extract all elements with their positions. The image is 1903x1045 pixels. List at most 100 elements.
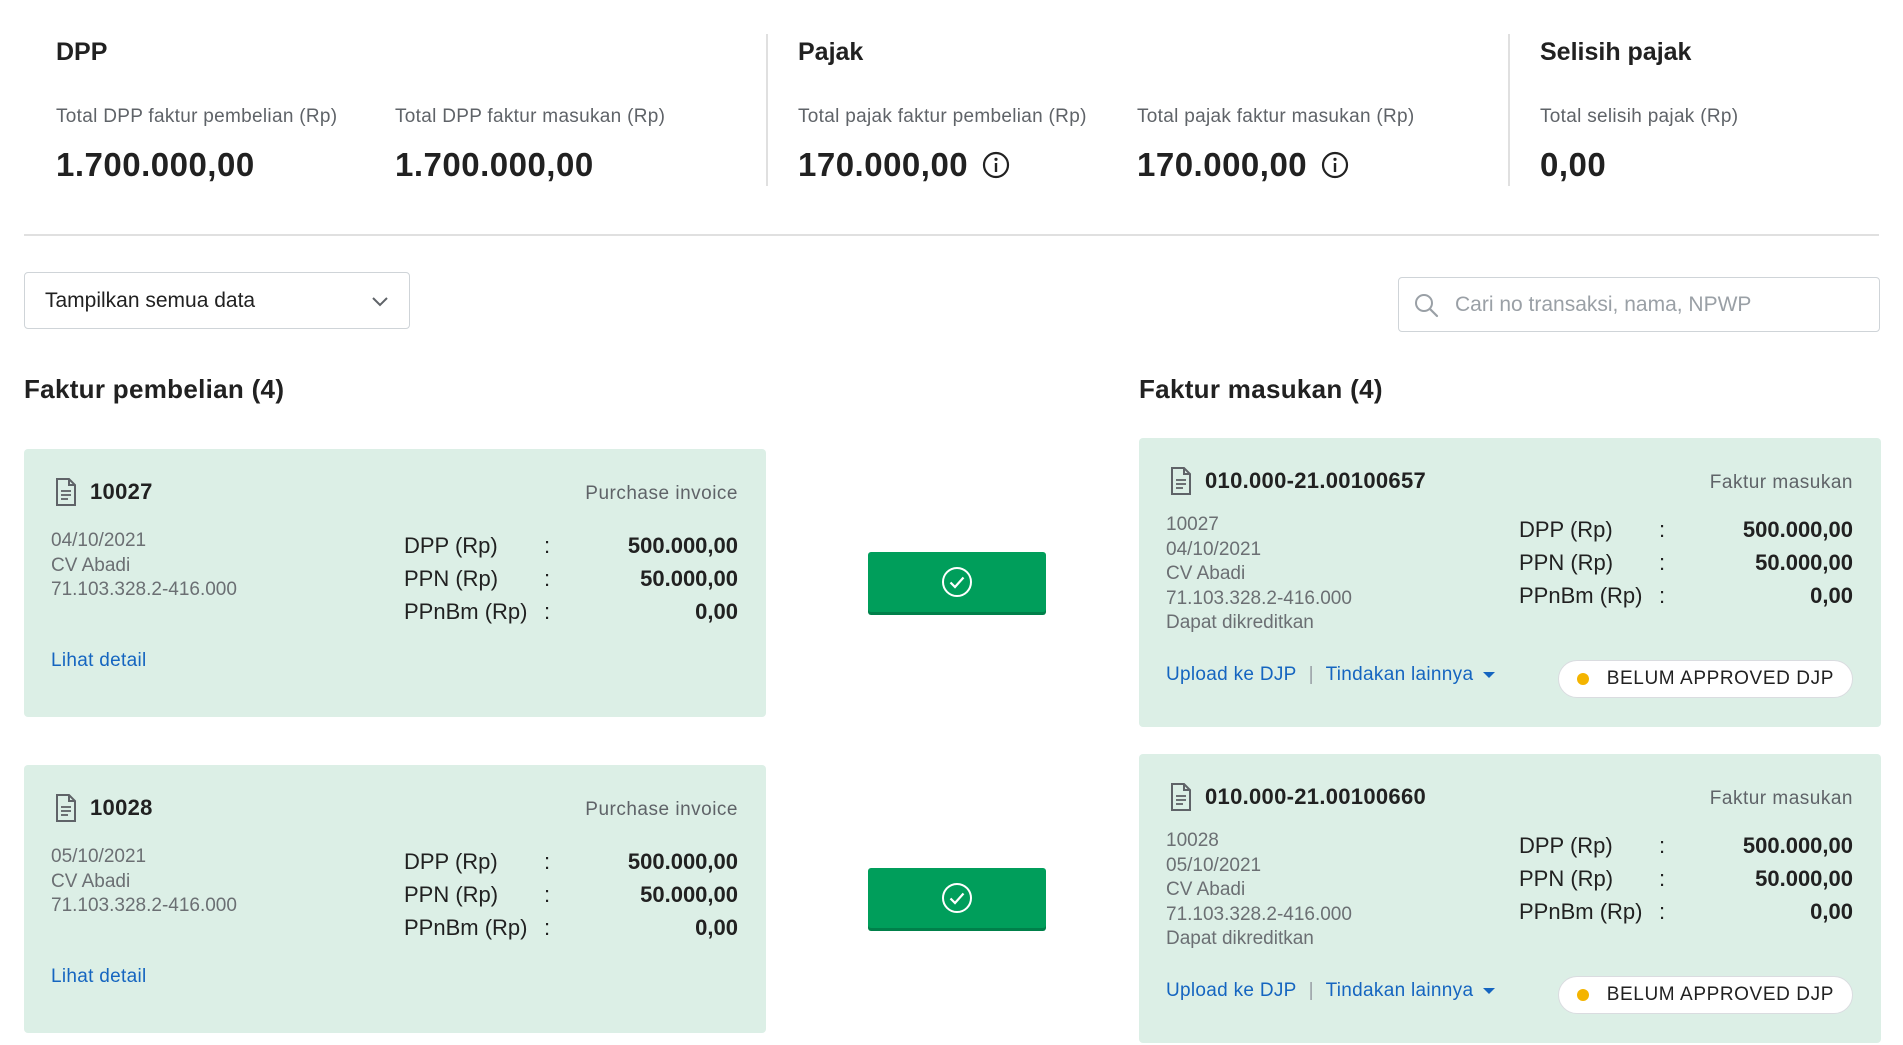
- colon: :: [1659, 549, 1666, 575]
- faktur-masukan-card: 010.000-21.00100657 Faktur masukan 10027…: [1139, 438, 1881, 727]
- ppnbm-value: 0,00: [1810, 898, 1853, 924]
- dpp-value: 500.000,00: [627, 532, 738, 558]
- ppnbm-label: PPnBm (Rp): [1519, 582, 1643, 608]
- ppn-row: PPN (Rp): 50.000,00: [1519, 546, 1853, 579]
- dpp-row: DPP (Rp): 500.000,00: [1519, 829, 1853, 862]
- total-pajak-masukan: Total pajak faktur masukan (Rp) 170.000,…: [1137, 106, 1415, 184]
- status-text: BELUM APPROVED DJP: [1606, 668, 1834, 689]
- vendor-npwp: 71.103.328.2-416.000: [1166, 587, 1352, 609]
- purchase-invoice-card: 10028 Purchase invoice 05/10/2021 CV Aba…: [24, 765, 766, 1033]
- faktur-masukan-title: Faktur masukan (4): [1139, 374, 1383, 404]
- dpp-value: 500.000,00: [1742, 516, 1853, 542]
- info-icon[interactable]: [1321, 151, 1349, 179]
- dpp-label: DPP (Rp): [404, 532, 498, 558]
- faktur-type: Faktur masukan: [1709, 788, 1853, 809]
- document-icon: [54, 477, 78, 507]
- invoice-type: Purchase invoice: [585, 483, 738, 504]
- match-button[interactable]: [868, 552, 1046, 612]
- caret-down-icon: [1483, 987, 1496, 994]
- ppnbm-value: 0,00: [695, 914, 738, 940]
- vendor-npwp: 71.103.328.2-416.000: [1166, 903, 1352, 925]
- search-icon: [1415, 293, 1439, 317]
- action-separator: |: [1308, 980, 1314, 1001]
- amounts: DPP (Rp): 500.000,00 PPN (Rp): 50.000,00 P…: [404, 529, 738, 628]
- tindakan-lainnya-label: Tindakan lainnya: [1325, 664, 1474, 685]
- chevron-down-icon: [372, 296, 388, 306]
- status-dot-icon: [1576, 673, 1589, 685]
- colon: :: [544, 848, 551, 874]
- total-pajak-pembelian-row: 170.000,00: [798, 146, 1087, 184]
- ppn-value: 50.000,00: [640, 565, 738, 591]
- invoice-type: Purchase invoice: [585, 799, 738, 820]
- dpp-row: DPP (Rp): 500.000,00: [1519, 513, 1853, 546]
- selisih-title: Selisih pajak: [1540, 38, 1692, 66]
- tindakan-lainnya-dropdown[interactable]: Tindakan lainnya: [1326, 664, 1496, 686]
- document-icon: [54, 793, 78, 823]
- card-header: 010.000-21.00100660: [1169, 782, 1426, 812]
- ppnbm-row: PPnBm (Rp): 0,00: [1519, 579, 1853, 612]
- amounts: DPP (Rp): 500.000,00 PPN (Rp): 50.000,00 P…: [1519, 513, 1853, 612]
- colon: :: [1659, 865, 1666, 891]
- ppn-label: PPN (Rp): [1519, 549, 1614, 575]
- ppn-value: 50.000,00: [640, 881, 738, 907]
- credit-status: Dapat dikreditkan: [1166, 928, 1314, 949]
- total-selisih-value: 0,00: [1540, 146, 1607, 183]
- total-pajak-masukan-value: 170.000,00: [1137, 146, 1308, 183]
- dpp-label: DPP (Rp): [1519, 516, 1613, 542]
- invoice-number: 10028: [90, 795, 153, 820]
- ppnbm-row: PPnBm (Rp): 0,00: [1519, 895, 1853, 928]
- invoice-meta: 05/10/2021 CV Abadi 71.103.328.2-416.000: [51, 845, 237, 919]
- credit-status: Dapat dikreditkan: [1166, 612, 1314, 633]
- faktur-date: 04/10/2021: [1166, 538, 1262, 560]
- faktur-date: 05/10/2021: [1166, 854, 1262, 876]
- faktur-ref: 10027: [1166, 514, 1219, 535]
- status-text: BELUM APPROVED DJP: [1606, 984, 1834, 1005]
- caret-down-icon: [1483, 671, 1496, 678]
- filter-dropdown[interactable]: Tampilkan semua data: [24, 272, 410, 329]
- action-separator: |: [1308, 664, 1314, 685]
- total-pajak-masukan-label: Total pajak faktur masukan (Rp): [1137, 106, 1415, 127]
- total-pajak-pembelian-label: Total pajak faktur pembelian (Rp): [798, 106, 1087, 127]
- dpp-value: 500.000,00: [1742, 832, 1853, 858]
- info-icon[interactable]: [982, 151, 1010, 179]
- colon: :: [1659, 516, 1666, 542]
- ppn-label: PPN (Rp): [404, 881, 499, 907]
- lihat-detail-link[interactable]: Lihat detail: [51, 966, 147, 988]
- ppn-row: PPN (Rp): 50.000,00: [404, 562, 738, 595]
- dpp-row: DPP (Rp): 500.000,00: [404, 845, 738, 878]
- document-icon: [1169, 466, 1193, 496]
- ppnbm-label: PPnBm (Rp): [404, 914, 528, 940]
- upload-djp-link[interactable]: Upload ke DJP: [1166, 664, 1297, 686]
- status-dot-icon: [1576, 989, 1589, 1001]
- status-badge: BELUM APPROVED DJP: [1557, 660, 1853, 698]
- colon: :: [1659, 898, 1666, 924]
- faktur-masukan-card: 010.000-21.00100660 Faktur masukan 10028…: [1139, 754, 1881, 1043]
- card-actions: Upload ke DJP | Tindakan lainnya: [1166, 980, 1496, 1002]
- lihat-detail-link[interactable]: Lihat detail: [51, 650, 147, 672]
- check-circle-icon: [942, 883, 972, 913]
- ppn-value: 50.000,00: [1755, 549, 1853, 575]
- colon: :: [544, 565, 551, 591]
- ppnbm-label: PPnBm (Rp): [404, 598, 528, 624]
- total-pajak-pembelian-value: 170.000,00: [798, 146, 969, 183]
- search-box[interactable]: [1398, 277, 1880, 332]
- vendor-name: CV Abadi: [51, 870, 131, 892]
- summary-panel: DPP Total DPP faktur pembelian (Rp) 1.70…: [24, 0, 1879, 236]
- match-button[interactable]: [868, 868, 1046, 928]
- check-circle-icon: [942, 567, 972, 597]
- tindakan-lainnya-dropdown[interactable]: Tindakan lainnya: [1326, 980, 1496, 1002]
- total-dpp-masukan-value: 1.700.000,00: [395, 146, 594, 183]
- ppnbm-value: 0,00: [1810, 582, 1853, 608]
- vendor-name: CV Abadi: [51, 554, 131, 576]
- colon: :: [544, 881, 551, 907]
- amounts: DPP (Rp): 500.000,00 PPN (Rp): 50.000,00 P…: [404, 845, 738, 944]
- upload-djp-link[interactable]: Upload ke DJP: [1166, 980, 1297, 1002]
- search-input[interactable]: [1455, 292, 1855, 317]
- total-selisih-pajak: Total selisih pajak (Rp) 0,00: [1540, 106, 1738, 184]
- card-actions: Upload ke DJP | Tindakan lainnya: [1166, 664, 1496, 686]
- faktur-pembelian-title: Faktur pembelian (4): [24, 374, 285, 404]
- tindakan-lainnya-label: Tindakan lainnya: [1325, 980, 1474, 1001]
- ppn-row: PPN (Rp): 50.000,00: [1519, 862, 1853, 895]
- ppn-row: PPN (Rp): 50.000,00: [404, 878, 738, 911]
- card-header: 010.000-21.00100657: [1169, 466, 1426, 496]
